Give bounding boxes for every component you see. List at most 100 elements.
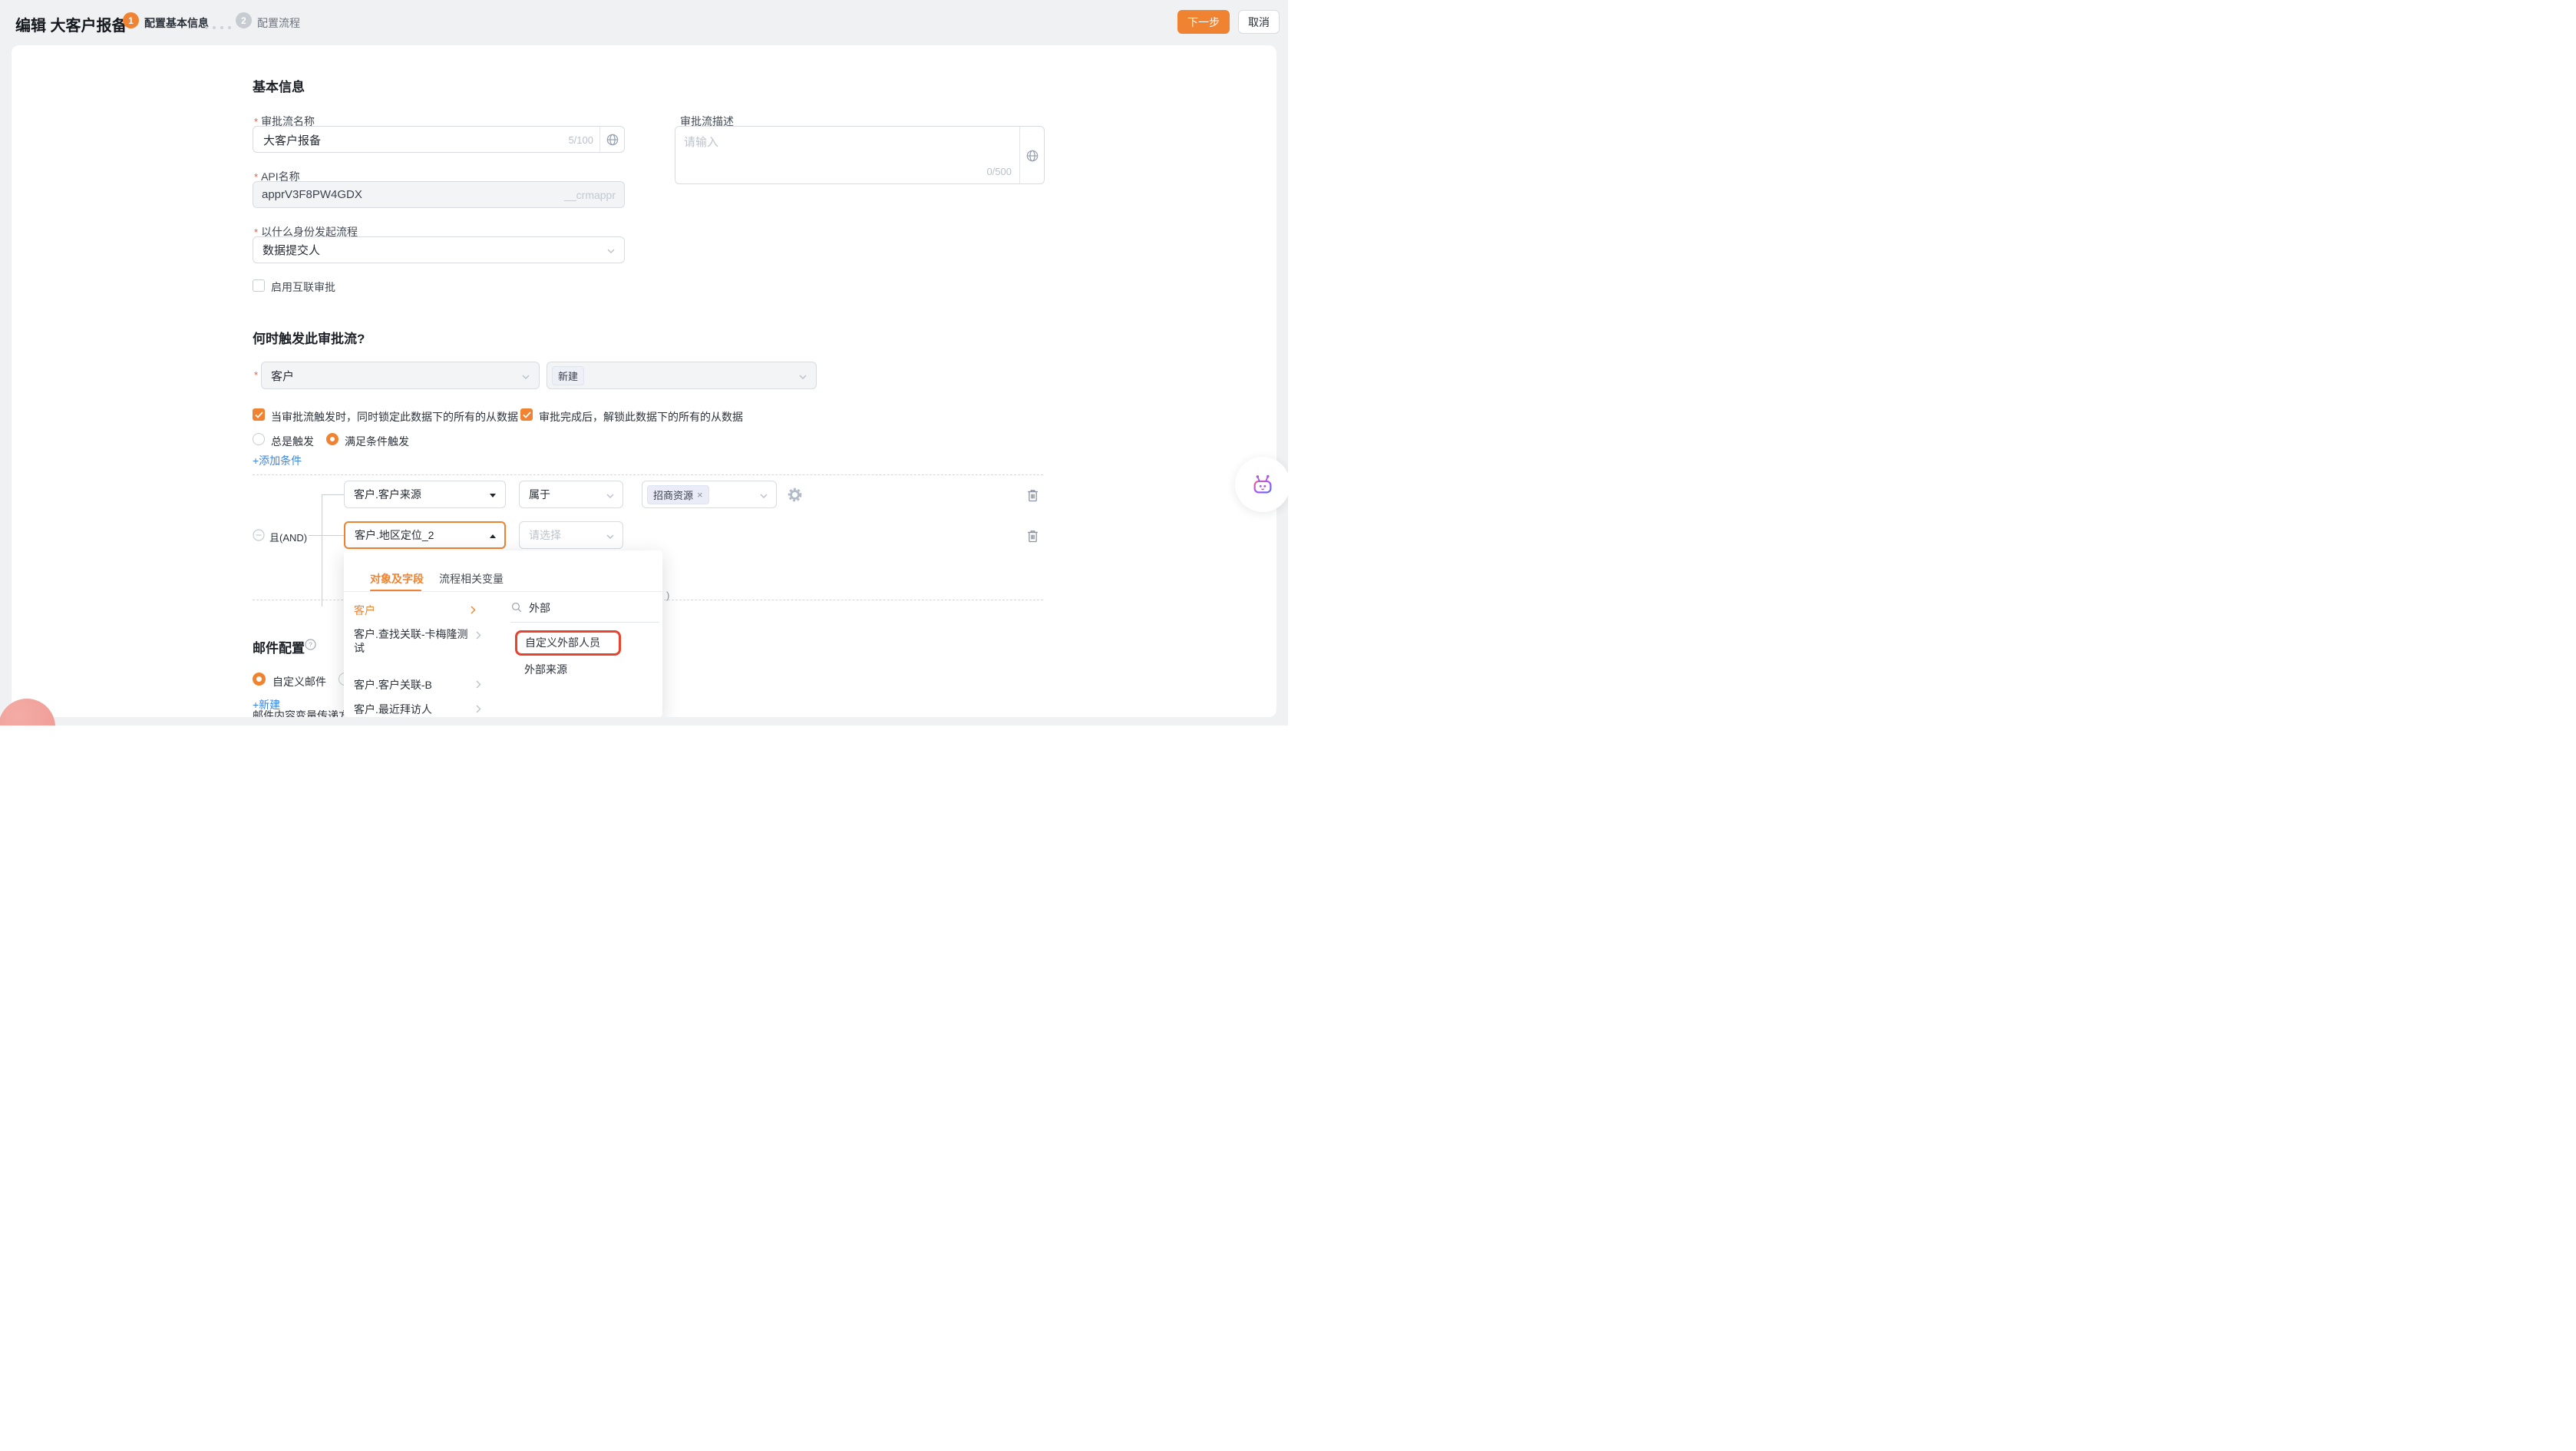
- always-trigger-radio[interactable]: [253, 433, 265, 445]
- result-item[interactable]: 外部来源: [524, 663, 567, 677]
- step-2-label: 配置流程: [257, 15, 300, 31]
- identity-select[interactable]: 数据提交人: [253, 236, 625, 263]
- name-input[interactable]: [262, 131, 526, 149]
- object-item-last-visitor[interactable]: 客户.最近拜访人: [354, 703, 432, 717]
- email-heading: 邮件配置: [253, 637, 305, 656]
- chevron-right-icon: [476, 705, 481, 713]
- step-2-number: 2: [241, 15, 246, 26]
- value-tag-label: 招商资源: [653, 488, 693, 502]
- name-input-wrap: 5/100: [253, 126, 625, 153]
- basic-info-heading: 基本信息: [253, 76, 305, 95]
- name-divider: [599, 127, 600, 152]
- desc-textarea-wrap[interactable]: 请输入 0/500: [675, 126, 1045, 184]
- section-dashed-divider: [253, 474, 1043, 475]
- condition1-field-select[interactable]: 客户.客户来源: [344, 481, 506, 508]
- condition-connector-stub: [309, 535, 344, 536]
- result-item-highlighted[interactable]: 自定义外部人员: [515, 630, 621, 656]
- chevron-down-icon: [799, 375, 807, 379]
- condition1-field-value: 客户.客户来源: [354, 487, 421, 502]
- caret-up-icon: [490, 534, 496, 538]
- help-icon[interactable]: ?: [305, 639, 316, 650]
- tab-objects-fields[interactable]: 对象及字段: [370, 571, 424, 587]
- cancel-button[interactable]: 取消: [1238, 10, 1280, 34]
- field-picker-panel: 对象及字段 流程相关变量 客户 客户.查找关联-卡梅隆测试 客户.客户关联-B …: [344, 550, 662, 717]
- action-tag-label: 新建: [558, 369, 578, 383]
- chevron-down-icon: [760, 494, 768, 498]
- trigger-object-value: 客户: [271, 368, 294, 384]
- condition2-operator-placeholder: 请选择: [529, 527, 561, 543]
- caret-down-icon: [490, 494, 496, 497]
- chevron-right-icon: [471, 606, 476, 614]
- result-item-label: 外部来源: [524, 663, 567, 676]
- svg-text:?: ?: [309, 641, 312, 649]
- translate-globe-icon[interactable]: [1025, 149, 1039, 163]
- interconnect-label: 启用互联审批: [271, 279, 335, 295]
- object-item-customer[interactable]: 客户: [354, 604, 375, 618]
- custom-email-label: 自定义邮件: [272, 674, 326, 689]
- condition-trigger-label: 满足条件触发: [345, 434, 409, 449]
- name-counter: 5/100: [568, 134, 593, 146]
- step-1-number: 1: [128, 15, 134, 26]
- condition2-field-select[interactable]: 客户.地区定位_2: [344, 521, 506, 549]
- result-item-label: 自定义外部人员: [525, 636, 600, 650]
- desc-counter: 0/500: [986, 166, 1012, 177]
- next-button[interactable]: 下一步: [1177, 10, 1230, 34]
- step-1-badge: 1: [123, 12, 139, 28]
- object-item-label: 客户.客户关联-B: [354, 679, 432, 691]
- assistant-robot-button[interactable]: [1235, 457, 1288, 512]
- unlock-checkbox[interactable]: [520, 408, 533, 421]
- lock-label: 当审批流触发时，同时锁定此数据下的所有的从数据: [271, 409, 518, 425]
- condition2-operator-select[interactable]: 请选择: [519, 521, 623, 549]
- value-tag: 招商资源 ×: [647, 485, 709, 504]
- condition1-operator-select[interactable]: 属于: [519, 481, 623, 508]
- search-underline: [510, 622, 659, 623]
- translate-globe-icon[interactable]: [606, 133, 619, 147]
- search-icon: [511, 602, 522, 613]
- condition1-operator-value: 属于: [529, 487, 550, 502]
- step-2-badge: 2: [236, 12, 252, 28]
- api-input: apprV3F8PW4GDX __crmappr: [253, 181, 625, 208]
- condition2-delete-trash-icon[interactable]: [1026, 529, 1039, 543]
- top-bar: 编辑 大客户报备 1 配置基本信息 2 配置流程 下一步 取消: [0, 0, 1288, 44]
- condition-connector-stub: [322, 494, 344, 495]
- trigger-object-select[interactable]: 客户: [261, 362, 540, 389]
- chevron-down-icon: [606, 494, 614, 498]
- required-asterisk: *: [254, 369, 258, 381]
- page-title: 编辑 大客户报备: [15, 13, 127, 35]
- condition-trigger-radio[interactable]: [326, 433, 339, 445]
- robot-icon: [1251, 473, 1274, 496]
- step-separator-dots: [205, 19, 236, 33]
- hidden-text-fragment: ): [666, 590, 669, 601]
- object-item-label: 客户.查找关联-卡梅隆测试: [354, 628, 468, 654]
- action-tag: 新建: [552, 366, 584, 385]
- condition-group-collapse-icon[interactable]: [253, 529, 265, 541]
- custom-email-radio[interactable]: [253, 673, 266, 686]
- unlock-label: 审批完成后，解锁此数据下的所有的从数据: [539, 409, 743, 425]
- tabs-divider: [344, 591, 662, 592]
- step-1-label: 配置基本信息: [144, 15, 209, 31]
- trigger-action-select[interactable]: 新建: [547, 362, 817, 389]
- api-value: apprV3F8PW4GDX: [262, 188, 362, 201]
- tab-process-variables[interactable]: 流程相关变量: [439, 571, 504, 587]
- object-item-relation-b[interactable]: 客户.客户关联-B: [354, 679, 432, 692]
- field-search-input[interactable]: [527, 598, 657, 618]
- approval-flow-editor: 编辑 大客户报备 1 配置基本信息 2 配置流程 下一步 取消 基本信息 * 审批…: [0, 0, 1288, 726]
- lock-checkbox[interactable]: [253, 408, 265, 421]
- trigger-heading: 何时触发此审批流?: [253, 328, 365, 347]
- identity-value: 数据提交人: [263, 242, 320, 258]
- api-suffix: __crmappr: [564, 189, 616, 201]
- object-item-label: 客户: [354, 604, 375, 616]
- chevron-right-icon: [476, 680, 481, 689]
- add-condition-link[interactable]: +添加条件: [253, 453, 302, 468]
- remove-tag-icon[interactable]: ×: [697, 489, 703, 501]
- chevron-right-icon: [476, 631, 481, 640]
- condition1-value-select[interactable]: 招商资源 ×: [642, 481, 777, 508]
- condition1-settings-gear-icon[interactable]: [788, 488, 802, 502]
- always-trigger-label: 总是触发: [271, 434, 314, 449]
- object-item-lookup[interactable]: 客户.查找关联-卡梅隆测试: [354, 628, 471, 655]
- chevron-down-icon: [606, 534, 614, 539]
- interconnect-checkbox[interactable]: [253, 279, 265, 292]
- condition1-delete-trash-icon[interactable]: [1026, 488, 1039, 502]
- object-item-label: 客户.最近拜访人: [354, 703, 432, 716]
- condition2-field-value: 客户.地区定位_2: [355, 527, 434, 543]
